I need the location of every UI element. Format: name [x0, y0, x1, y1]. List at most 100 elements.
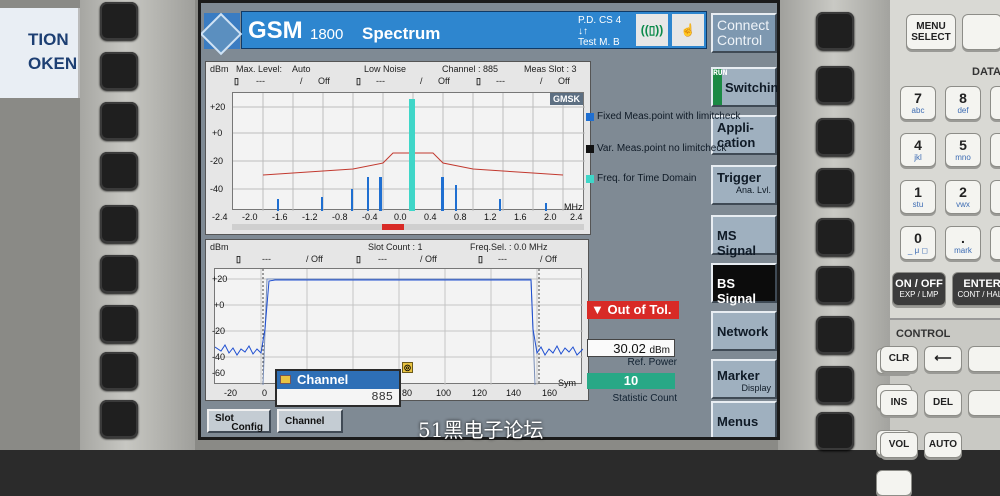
clr-key[interactable]: CLR [880, 346, 918, 372]
watermark-text: 51黑电子论坛 [418, 418, 544, 442]
data-section-label: DATA [972, 66, 1000, 78]
channel-input[interactable]: 885 [277, 389, 399, 405]
hw-left-button-4[interactable] [100, 152, 138, 190]
top-xtick-13: 2.4 [570, 212, 583, 222]
hw-left-button-8[interactable] [100, 352, 138, 390]
hw-left-button-7[interactable] [100, 305, 138, 343]
del-key[interactable]: DEL [924, 390, 962, 416]
key-dot[interactable]: . mark [945, 226, 981, 260]
hw-right-button-6[interactable] [816, 266, 854, 304]
ins-key[interactable]: INS [880, 390, 918, 416]
hand-touch-icon: ☝ [672, 14, 704, 46]
hw-right-button-9[interactable] [816, 412, 854, 450]
key-2[interactable]: 2 vwx [945, 180, 981, 214]
hw-right-button-7[interactable] [816, 316, 854, 354]
menu-select-key[interactable]: MENU SELECT [906, 14, 956, 50]
hw-left-button-1[interactable] [100, 2, 138, 40]
tolerance-text: Out of Tol. [607, 302, 672, 317]
hw-right-button-3[interactable] [816, 118, 854, 156]
label-line-2: OKEN [28, 54, 78, 73]
pd-line: P.D. CS 4 [578, 15, 622, 26]
auto-label: AUTO [928, 439, 958, 450]
marker-flag-icon[interactable]: ◎ [402, 362, 413, 373]
trigger-softkey[interactable]: Trigger Ana. Lvl. [711, 165, 777, 205]
bottom-xtick-4: 100 [436, 388, 452, 398]
key-1[interactable]: 1 stu [900, 180, 936, 214]
key-4-sub: jkl [914, 153, 922, 162]
marker-1-sep: / [300, 76, 303, 86]
menu-select-label: MENU SELECT [911, 21, 951, 43]
key-7-sub: abc [911, 106, 925, 115]
bar-n0-4 [379, 177, 382, 211]
hw-right-button-4[interactable] [816, 168, 854, 206]
network-softkey[interactable]: Network [711, 311, 777, 351]
auto-key[interactable]: AUTO [924, 432, 962, 458]
on-off-sub: EXP / LMP [899, 290, 939, 299]
time-svg [214, 269, 584, 386]
channel-popup[interactable]: Channel 885 [275, 369, 401, 407]
key-5-label: 5 [959, 137, 967, 153]
marker-1-state: Off [318, 76, 330, 86]
hw-left-button-6[interactable] [100, 255, 138, 293]
connect-control-softkey[interactable]: Connect Control [711, 13, 777, 53]
top-xtick-2: -2.0 [242, 212, 258, 222]
on-off-key[interactable]: ON / OFF EXP / LMP [892, 272, 946, 306]
key-0[interactable]: 0 _ μ ◻ [900, 226, 936, 260]
key-minus[interactable] [990, 226, 1000, 260]
keypad-panel: MENU SELECT DATA 7 abc 8 def 4 jkl 5 mno 1st… [876, 0, 1000, 496]
hw-left-button-9[interactable] [100, 400, 138, 438]
legend-var-swatch [586, 145, 594, 153]
control-key-3[interactable] [968, 346, 1000, 372]
key-2-sub: vwx [956, 200, 970, 209]
backspace-key[interactable]: ⟵ [924, 346, 962, 372]
key-3[interactable] [990, 180, 1000, 214]
config-label: Config [231, 422, 263, 433]
trigger-label: Trigger [717, 170, 762, 185]
rohde-diamond-icon [201, 12, 243, 56]
marker-sub: Display [741, 383, 771, 393]
marker-softkey[interactable]: Marker Display [711, 359, 777, 399]
left-softkey-strip [80, 0, 195, 450]
switching-softkey[interactable]: RUN Switching [711, 67, 777, 107]
hw-left-button-5[interactable] [100, 205, 138, 243]
menus-softkey[interactable]: Menus [711, 401, 777, 437]
legend-fixed-text: Fixed Meas.point with limitcheck [597, 111, 741, 122]
hw-right-button-8[interactable] [816, 366, 854, 404]
ms-signal-softkey[interactable]: MS Signal [711, 215, 777, 258]
label-line-1: TION [28, 30, 69, 49]
hw-right-button-1[interactable] [816, 12, 854, 50]
time-plot-area [214, 268, 584, 386]
key-8[interactable]: 8 def [945, 86, 981, 120]
key-9[interactable] [990, 86, 1000, 120]
gmsk-badge: GMSK [550, 93, 583, 105]
bs-signal-softkey[interactable]: BS Signal [711, 263, 777, 306]
key-4[interactable]: 4 jkl [900, 133, 936, 167]
channel-button[interactable]: Channel [277, 409, 343, 433]
menu-key-2[interactable] [962, 14, 1000, 50]
top-ytick-4: -40 [210, 184, 224, 194]
control-key-6[interactable] [968, 390, 1000, 416]
hw-left-button-3[interactable] [100, 102, 138, 140]
enter-label: ENTER [963, 278, 1000, 290]
tolerance-status: ▼ Out of Tol. [587, 301, 679, 319]
bar-n1-2 [321, 197, 323, 211]
legend-var-text: Var. Meas.point no limitcheck [597, 143, 727, 154]
enter-key[interactable]: ENTER CONT / HALT [952, 272, 1000, 306]
slot-config-button[interactable]: Slot Config [207, 409, 271, 433]
key-8-label: 8 [959, 90, 967, 106]
vol-key[interactable]: VOL [880, 432, 918, 458]
legend-var: Var. Meas.point no limitcheck [586, 143, 727, 154]
hw-left-button-2[interactable] [100, 52, 138, 90]
key-6[interactable] [990, 133, 1000, 167]
noise-mode: Low Noise [364, 64, 407, 74]
hw-right-button-5[interactable] [816, 218, 854, 256]
nav-left-key-4[interactable] [876, 470, 912, 496]
freq-scrollbar[interactable] [232, 224, 584, 230]
direction-arrows: ↓↑ [578, 26, 588, 37]
key-7[interactable]: 7 abc [900, 86, 936, 120]
key-5[interactable]: 5 mno [945, 133, 981, 167]
freq-scrollbar-thumb[interactable] [382, 224, 404, 230]
hw-right-button-2[interactable] [816, 66, 854, 104]
bottom-marker-2-state: / Off [420, 254, 437, 264]
key-1-sub: stu [912, 200, 924, 209]
